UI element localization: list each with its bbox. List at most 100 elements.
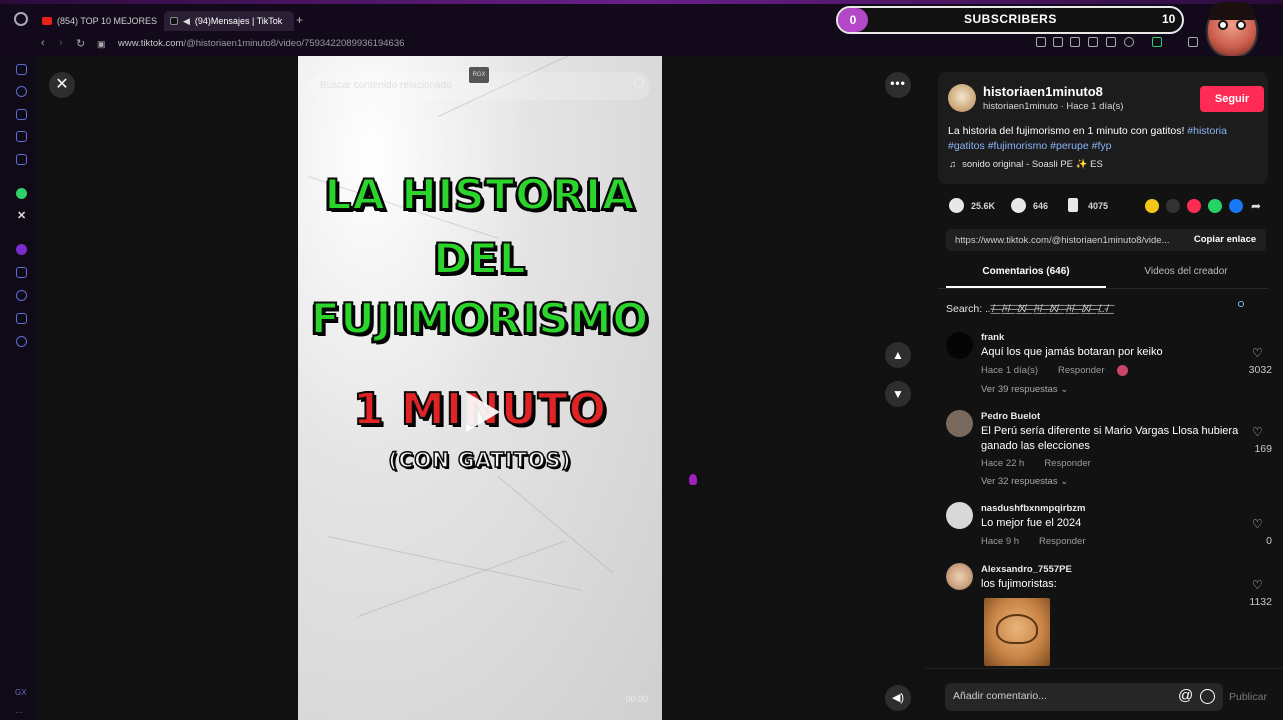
follow-button[interactable]: Seguir <box>1200 86 1264 112</box>
new-tab-button[interactable]: + <box>296 13 303 27</box>
publish-button[interactable]: Publicar <box>1229 691 1267 703</box>
video-timestamp: 00:00 <box>625 694 648 704</box>
video-description: La historia del fujimorismo en 1 minuto … <box>948 125 1227 152</box>
comment-icon[interactable] <box>1011 198 1026 213</box>
avatar[interactable] <box>946 502 973 529</box>
close-button[interactable]: ✕ <box>49 72 75 98</box>
hashtag-link[interactable]: #historia <box>1187 125 1227 137</box>
avatar[interactable] <box>946 410 973 437</box>
bookmark-icon[interactable] <box>1068 198 1078 212</box>
whatsapp-icon[interactable] <box>16 188 27 199</box>
video-title-line: LA HISTORIA <box>324 169 636 220</box>
video-player[interactable]: Buscar contenido relacionado RGX LA HIST… <box>298 56 662 720</box>
comment-text: El Perú sería diferente si Mario Vargas … <box>981 425 1239 452</box>
share-link[interactable]: https://www.tiktok.com/@historiaen1minut… <box>955 235 1181 246</box>
sidebar-settings-icon[interactable] <box>16 336 27 347</box>
sidebar-news-icon[interactable] <box>16 64 27 75</box>
view-replies-button[interactable]: Ver 32 respuestas ⌄ <box>981 476 1068 487</box>
comment-like-count: 0 <box>1266 535 1272 547</box>
sidebar-history-icon[interactable] <box>16 290 27 301</box>
tab-bar-accent <box>0 0 1283 4</box>
reply-button[interactable]: Responder <box>1058 365 1104 376</box>
bookmark-icon[interactable] <box>1036 37 1046 47</box>
shield-icon[interactable] <box>1070 37 1080 47</box>
opera-logo-icon[interactable] <box>14 12 28 26</box>
like-icon[interactable] <box>949 198 964 213</box>
play-icon[interactable] <box>466 392 500 432</box>
avatar[interactable] <box>946 332 973 359</box>
heart-icon[interactable]: ♡ <box>1252 425 1263 439</box>
extension-icon[interactable] <box>1152 37 1162 47</box>
hashtag-link[interactable]: #fyp <box>1092 140 1112 152</box>
play-icon[interactable] <box>1106 37 1116 47</box>
volume-button[interactable]: ◀) <box>885 685 911 711</box>
sidebar-refresh-icon[interactable] <box>16 86 27 97</box>
comment-meta: Hace 1 día(s) Responder <box>981 365 1128 376</box>
sidebar-music-icon[interactable] <box>16 244 27 255</box>
extensions-puzzle-icon[interactable] <box>1188 37 1198 47</box>
emoji-icon[interactable] <box>1200 689 1215 704</box>
snapshot-icon[interactable] <box>1053 37 1063 47</box>
tab-creator-videos[interactable]: Videos del creador <box>1106 266 1266 288</box>
whatsapp-share-icon[interactable] <box>1208 199 1222 213</box>
reply-button[interactable]: Responder <box>1044 458 1090 469</box>
embed-icon[interactable] <box>1166 199 1180 213</box>
reload-icon[interactable]: ↻ <box>76 37 85 50</box>
music-link[interactable]: ♫ sonido original - Soasli PE ✨ ES <box>949 159 1103 170</box>
author-avatar[interactable] <box>948 84 976 112</box>
x-twitter-icon[interactable]: ✕ <box>17 209 28 222</box>
lock-icon: ▣ <box>97 39 106 49</box>
heart-icon[interactable] <box>1124 37 1134 47</box>
reply-button[interactable]: Responder <box>1039 536 1085 547</box>
sidebar-gx-icon[interactable]: GX <box>15 688 27 697</box>
tab-comments[interactable]: Comentarios (646) <box>946 266 1106 288</box>
comment-username[interactable]: Alexsandro_7557PE <box>981 564 1072 575</box>
comment-like-count: 3032 <box>1248 364 1272 376</box>
video-title-line: DEL <box>432 233 527 284</box>
creator-liked-icon <box>1116 365 1128 376</box>
sidebar-bag-icon[interactable] <box>16 109 27 120</box>
copy-link-button[interactable]: Copiar enlace <box>1186 229 1264 251</box>
hashtag-link[interactable]: #fujimorismo <box>988 140 1048 152</box>
send-icon[interactable] <box>1187 199 1201 213</box>
comment-username[interactable]: frank <box>981 332 1004 343</box>
sidebar-pin-icon[interactable] <box>16 267 27 278</box>
back-icon[interactable]: ‹ <box>41 37 45 49</box>
forward-icon[interactable]: › <box>59 37 63 49</box>
subscriber-label: SUBSCRIBERS <box>964 12 1057 26</box>
heart-icon[interactable]: ♡ <box>1252 346 1263 360</box>
hashtag-link[interactable]: #gatitos <box>948 140 985 152</box>
coin-icon[interactable] <box>1145 199 1159 213</box>
search-icon[interactable] <box>1238 301 1244 307</box>
comment-count: 646 <box>1033 201 1049 211</box>
comment-text: los fujimoristas: <box>981 578 1057 590</box>
translate-icon[interactable] <box>1088 37 1098 47</box>
share-arrow-icon[interactable]: ➦ <box>1251 199 1265 213</box>
avatar[interactable] <box>946 563 973 590</box>
facebook-share-icon[interactable] <box>1229 199 1243 213</box>
comment-username[interactable]: nasdushfbxnmpqirbzm <box>981 503 1086 514</box>
url-field[interactable]: www.tiktok.com/@historiaen1minuto8/video… <box>118 38 404 49</box>
sidebar-more-icon[interactable]: ··· <box>15 708 23 717</box>
streamer-avatar-eye <box>1236 20 1246 30</box>
more-options-button[interactable]: ••• <box>885 72 911 98</box>
view-replies-button[interactable]: Ver 39 respuestas ⌄ <box>981 384 1068 395</box>
previous-video-button[interactable]: ▲ <box>885 342 911 368</box>
search-icon[interactable] <box>634 78 644 88</box>
sidebar-messenger-icon[interactable] <box>16 154 27 165</box>
mention-icon[interactable]: @ <box>1178 687 1193 704</box>
sidebar-player-icon[interactable] <box>16 131 27 142</box>
speaker-icon[interactable]: ◀ <box>183 16 190 27</box>
tab-youtube[interactable]: (854) TOP 10 MEJORES C <box>36 11 160 31</box>
heart-icon[interactable]: ♡ <box>1252 517 1263 531</box>
heart-icon[interactable]: ♡ <box>1252 578 1263 592</box>
tab-tiktok[interactable]: ◀ (94)Mensajes | TikTok <box>164 11 294 31</box>
comment-username[interactable]: Pedro Buelot <box>981 411 1040 422</box>
author-name[interactable]: historiaen1minuto8 <box>983 84 1103 99</box>
next-video-button[interactable]: ▼ <box>885 381 911 407</box>
streamer-avatar-eye <box>1218 20 1228 30</box>
comment-search[interactable]: Search: ..-̸͟͞—̸͟͞+̸͟͞—̸͟͞X̸͟͞—̸͟͞+̸͟͞—̸… <box>946 303 1108 315</box>
sidebar-extensions-icon[interactable] <box>16 313 27 324</box>
comment-text: Lo mejor fue el 2024 <box>981 517 1082 529</box>
hashtag-link[interactable]: #perupe <box>1050 140 1089 152</box>
